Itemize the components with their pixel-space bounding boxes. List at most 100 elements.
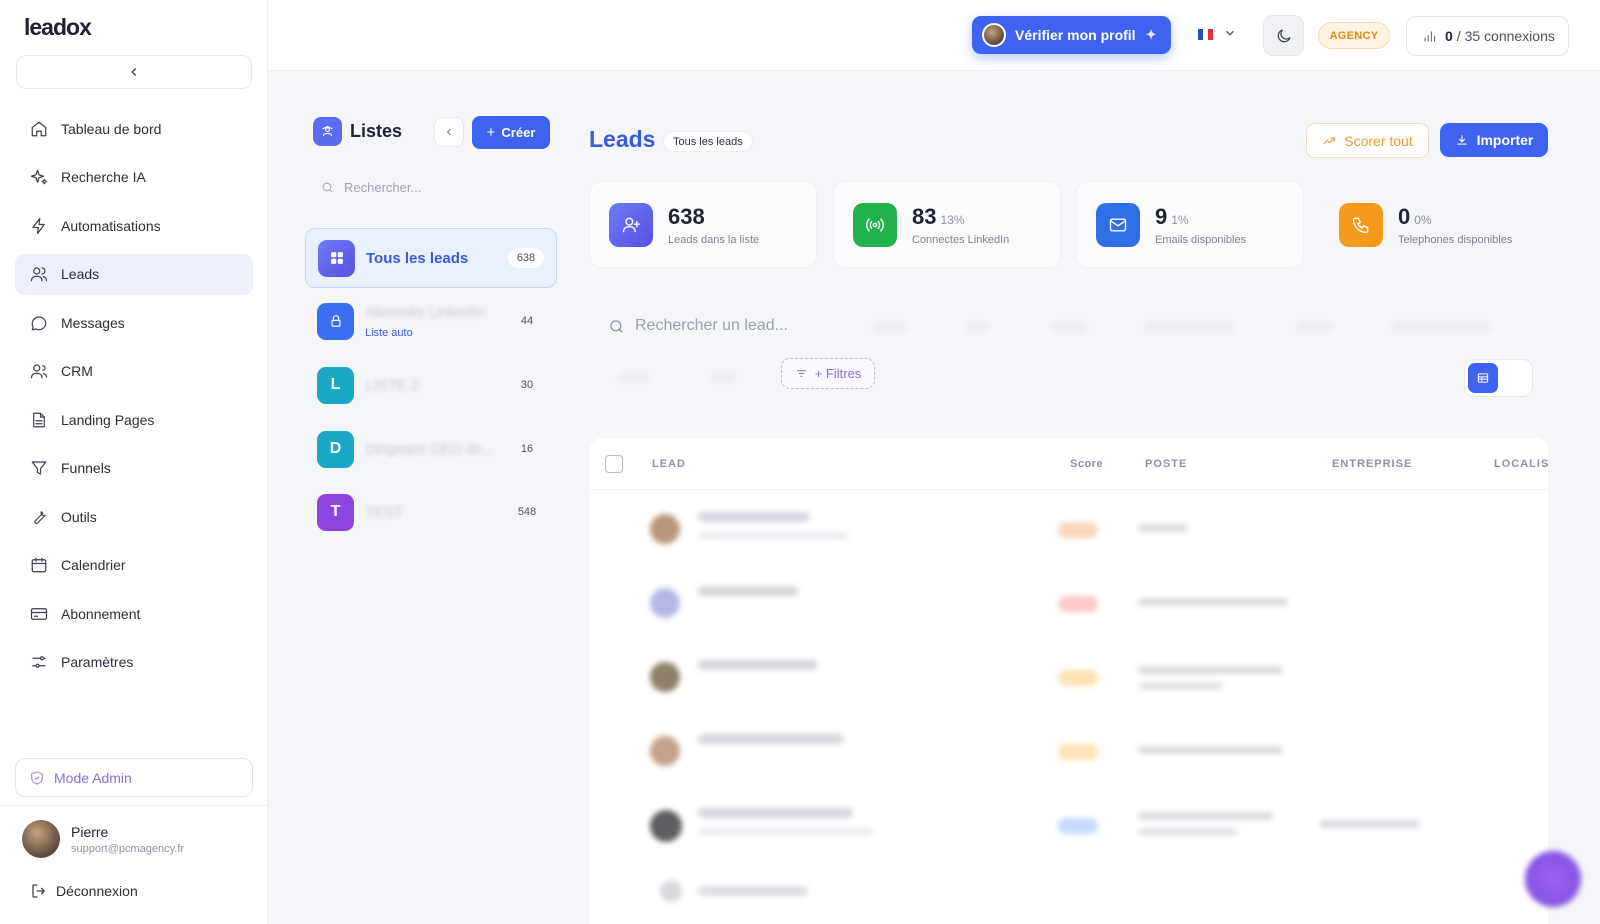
french-flag-icon[interactable] (1198, 29, 1213, 40)
sidebar-item-tools[interactable]: Outils (15, 496, 253, 537)
sidebar-item-automations[interactable]: Automatisations (15, 205, 253, 246)
search-icon (322, 182, 333, 192)
sidebar-item-label: Outils (61, 508, 97, 525)
list-item-all-leads[interactable]: Tous les leads 638 (305, 228, 557, 288)
sidebar-item-label: Calendrier (61, 557, 126, 573)
column-header-localisation[interactable]: LOCALISA (1494, 458, 1548, 470)
avatar (650, 662, 680, 692)
sliders-icon (796, 370, 806, 377)
column-header-lead[interactable]: LEAD (652, 458, 686, 470)
logout-button[interactable]: Déconnexion (30, 882, 138, 900)
table-row[interactable] (590, 564, 1548, 638)
filters-button[interactable]: + Filtres (781, 358, 875, 389)
score-all-button[interactable]: Scorer tout (1306, 123, 1429, 158)
admin-mode-label: Mode Admin (54, 769, 132, 786)
chevron-down-icon[interactable] (1223, 26, 1237, 40)
chat-assistant-button[interactable] (1525, 851, 1581, 907)
blurred-text (698, 532, 848, 539)
theme-toggle-button[interactable] (1263, 15, 1304, 56)
leads-table: LEAD Score POSTE ENTREPRISE LOCALISA (590, 438, 1548, 924)
verify-profile-button[interactable]: Vérifier mon profil ✦ (972, 16, 1171, 54)
list-count: 548 (509, 502, 545, 522)
list-count: 30 (509, 375, 545, 395)
blurred-filter-chip[interactable] (873, 322, 907, 332)
connections-total: / 35 connexions (1456, 28, 1555, 44)
sidebar-item-landing-pages[interactable]: Landing Pages (15, 399, 253, 440)
sidebar-item-label: Leads (61, 266, 100, 282)
lock-icon (317, 302, 354, 340)
sidebar-item-funnels[interactable]: Funnels (15, 448, 253, 489)
app-logo[interactable]: leadox (24, 14, 92, 41)
phone-icon (1339, 202, 1383, 247)
table-icon (1477, 373, 1489, 383)
sidebar-item-crm[interactable]: CRM (15, 351, 253, 392)
collapse-lists-button[interactable] (434, 117, 464, 147)
blurred-text (1138, 828, 1238, 836)
sliders-icon (32, 656, 46, 668)
list-name: Abonnés LinkedIn (365, 303, 486, 321)
sidebar-item-dashboard[interactable]: Tableau de bord (15, 108, 253, 149)
blurred-text (698, 512, 810, 522)
list-letter-avatar: D (317, 430, 354, 468)
funnel-icon (31, 461, 47, 475)
grid-icon (318, 239, 355, 277)
stat-percent: 0% (1414, 212, 1432, 227)
sidebar-item-settings[interactable]: Paramètres (15, 642, 253, 683)
blurred-filter-chip[interactable] (1391, 322, 1491, 332)
table-row[interactable] (590, 490, 1548, 564)
stat-card-leads: 638 Leads dans la liste (589, 181, 817, 268)
create-list-button[interactable]: + Créer (472, 116, 550, 149)
list-count: 16 (509, 439, 545, 459)
avatar (22, 820, 60, 858)
import-label: Importer (1476, 132, 1534, 148)
blurred-filter-chip[interactable] (1144, 322, 1234, 332)
blurred-text (698, 808, 853, 818)
table-row[interactable] (590, 638, 1548, 712)
select-all-checkbox[interactable] (605, 455, 623, 473)
agency-badge: AGENCY (1318, 22, 1390, 49)
user-profile[interactable]: Pierre support@pcmagency.fr (22, 820, 184, 858)
blurred-filter-chip[interactable] (618, 373, 650, 383)
column-header-poste[interactable]: POSTE (1145, 458, 1187, 470)
list-item-liste-2[interactable]: L LISTE 2 30 (305, 355, 557, 415)
lists-search-input[interactable]: Rechercher... (313, 172, 548, 202)
stat-value: 9 (1155, 203, 1168, 229)
sidebar-item-leads[interactable]: Leads (15, 253, 253, 295)
search-icon (610, 319, 623, 333)
column-header-score[interactable]: Score (1070, 458, 1103, 470)
collapse-sidebar-button[interactable] (16, 55, 252, 89)
lead-search-input[interactable]: Rechercher un lead... (608, 317, 788, 335)
import-button[interactable]: Importer (1440, 123, 1548, 157)
blurred-text (698, 886, 808, 896)
sidebar-item-calendar[interactable]: Calendrier (15, 545, 253, 586)
table-header: LEAD Score POSTE ENTREPRISE LOCALISA (590, 438, 1548, 490)
blurred-score (1058, 596, 1098, 612)
admin-mode-button[interactable]: Mode Admin (15, 758, 253, 797)
table-row[interactable] (590, 712, 1548, 786)
blurred-text (1138, 746, 1283, 754)
sidebar-item-subscription[interactable]: Abonnement (15, 593, 253, 634)
list-item-dirigeant-ceo[interactable]: D Dirigeant CEO dir... 16 (305, 419, 557, 479)
sidebar-item-ai-search[interactable]: Recherche IA (15, 157, 253, 198)
blurred-filter-chip[interactable] (710, 373, 736, 383)
blurred-text (1320, 820, 1420, 828)
download-icon (1456, 135, 1467, 145)
list-name: TEST (365, 503, 404, 521)
list-item-test[interactable]: T TEST 548 (305, 482, 557, 542)
moon-icon (1277, 28, 1291, 42)
list-item-linkedin-followers[interactable]: Abonnés LinkedIn Liste auto 44 (305, 291, 557, 351)
table-row[interactable] (590, 786, 1548, 860)
blurred-filter-chip[interactable] (1051, 322, 1087, 332)
sidebar-item-messages[interactable]: Messages (15, 302, 253, 343)
view-toggle[interactable] (1464, 359, 1533, 397)
list-name: Tous les leads (366, 249, 469, 267)
blurred-filter-chip[interactable] (966, 322, 988, 332)
blurred-filter-chip[interactable] (1296, 322, 1332, 332)
table-view-button[interactable] (1468, 363, 1498, 393)
users-icon (30, 267, 48, 282)
table-row[interactable] (590, 860, 1548, 924)
lead-search-placeholder: Rechercher un lead... (635, 317, 788, 334)
stat-card-linkedin: 83 13% Connectes LinkedIn (833, 181, 1061, 268)
blurred-score (1058, 744, 1098, 760)
column-header-entreprise[interactable]: ENTREPRISE (1332, 458, 1412, 470)
